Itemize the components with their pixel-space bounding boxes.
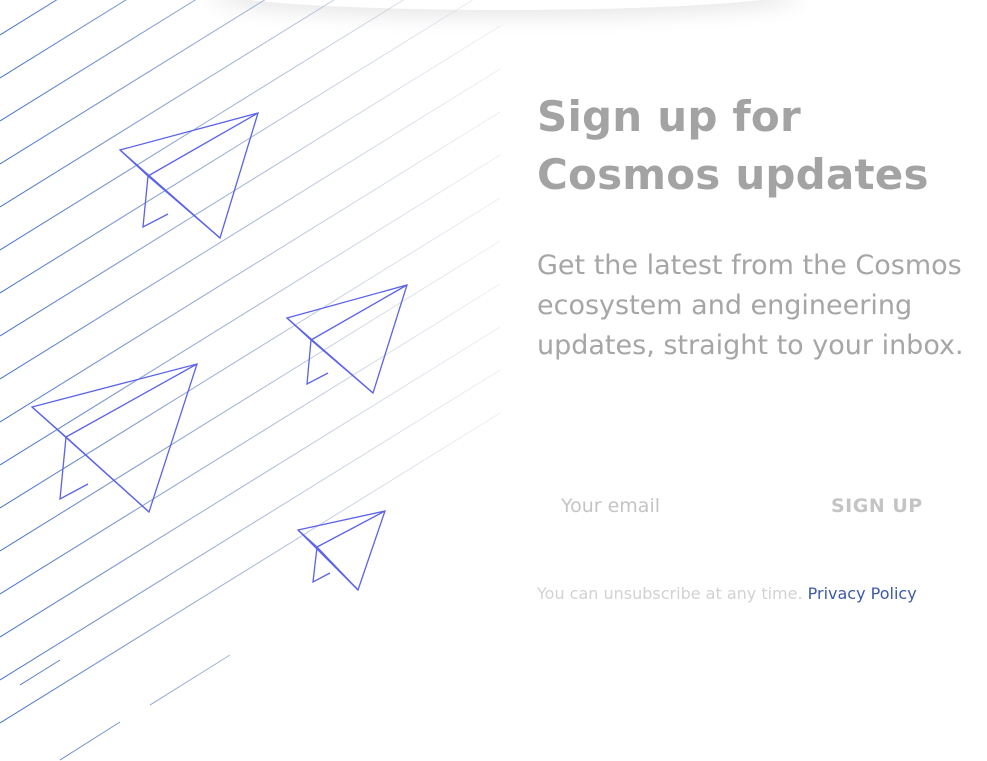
privacy-policy-link[interactable]: Privacy Policy: [808, 584, 917, 603]
description-text: Get the latest from the Cosmos ecosystem…: [537, 250, 964, 361]
heading-line-1: Sign up for: [537, 92, 801, 141]
paper-plane-icon: [285, 284, 408, 395]
speed-line: [0, 412, 500, 724]
speed-line: [0, 0, 405, 251]
speed-line: [0, 369, 500, 681]
speed-line: [0, 25, 500, 337]
signup-panel: Sign up for Cosmos updates Get the lates…: [537, 88, 977, 603]
speed-line: [0, 0, 474, 294]
page-title: Sign up for Cosmos updates: [537, 88, 977, 204]
speed-line: [149, 654, 231, 706]
heading-line-2: Cosmos updates: [537, 150, 929, 199]
speed-line: [0, 0, 127, 79]
speed-line: [0, 111, 500, 423]
unsubscribe-text: You can unsubscribe at any time.: [537, 584, 803, 603]
speed-lines: [0, 0, 500, 761]
paper-plane-icon: [296, 510, 386, 592]
signup-form: SIGN UP: [537, 486, 957, 526]
speed-line: [0, 197, 500, 509]
speed-line: [0, 283, 500, 595]
signup-page: Sign up for Cosmos updates Get the lates…: [0, 0, 987, 761]
paper-plane-icon: [30, 363, 198, 514]
speed-line: [59, 721, 121, 761]
speed-line: [0, 0, 197, 122]
sign-up-button[interactable]: SIGN UP: [831, 495, 923, 517]
paper-planes-illustration: [0, 0, 500, 761]
email-input[interactable]: [537, 495, 781, 517]
speed-line: [0, 154, 500, 466]
speed-line: [0, 326, 500, 638]
unsubscribe-note: You can unsubscribe at any time. Privacy…: [537, 580, 967, 608]
